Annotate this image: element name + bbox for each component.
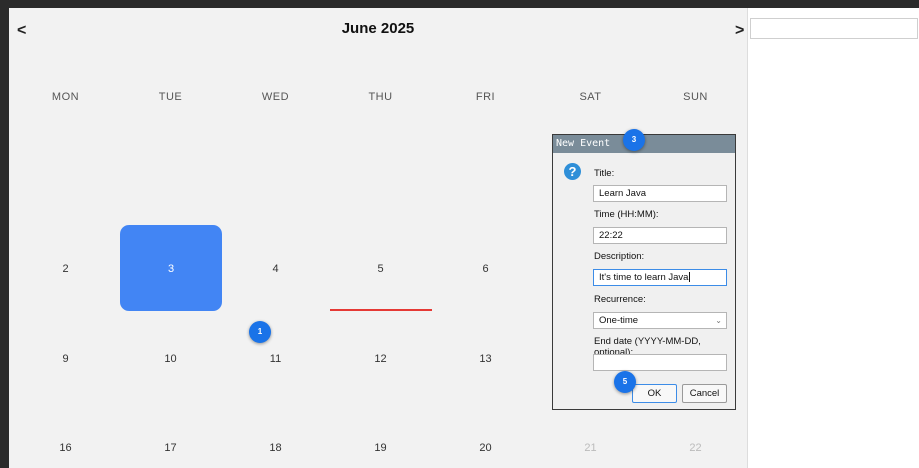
title-label: Title:: [594, 168, 615, 179]
time-input[interactable]: 22:22: [593, 227, 727, 244]
description-value: It's time to learn Java: [599, 272, 689, 283]
day-cell[interactable]: 4: [223, 263, 328, 275]
window-left-border: [0, 0, 9, 468]
end-date-input[interactable]: [593, 354, 727, 371]
side-panel-input[interactable]: [750, 18, 918, 39]
selected-day-cell[interactable]: 3: [120, 225, 222, 311]
day-cell[interactable]: 20: [433, 442, 538, 454]
day-cell[interactable]: 6: [433, 263, 538, 275]
day-cell[interactable]: 19: [328, 442, 433, 454]
next-month-button[interactable]: >: [735, 22, 744, 40]
description-label: Description:: [594, 251, 645, 262]
day-cell[interactable]: 16: [13, 442, 118, 454]
text-caret: [689, 272, 691, 283]
weekday-sat: SAT: [579, 91, 602, 103]
month-title: June 2025: [341, 20, 415, 37]
recurrence-select[interactable]: One-time ⌄: [593, 312, 727, 329]
weekday-mon: MON: [51, 91, 80, 103]
recurrence-label: Recurrence:: [594, 294, 646, 305]
window-top-border: [0, 0, 919, 8]
day-cell[interactable]: 2: [13, 263, 118, 275]
question-icon: ?: [564, 163, 581, 180]
cancel-button[interactable]: Cancel: [682, 384, 727, 403]
weekday-sun: SUN: [683, 91, 708, 103]
weekday-wed: WED: [261, 91, 290, 103]
app-window: < June 2025 > MON TUE WED THU FRI SAT SU…: [0, 0, 919, 468]
day-cell[interactable]: 22: [643, 442, 748, 454]
description-input[interactable]: It's time to learn Java: [593, 269, 727, 286]
title-input[interactable]: Learn Java: [593, 185, 727, 202]
ok-button[interactable]: OK: [632, 384, 677, 403]
day-cell[interactable]: 21: [538, 442, 643, 454]
day-cell[interactable]: 13: [433, 353, 538, 365]
selected-day-number: 3: [167, 263, 175, 275]
step-badge-3: 3: [623, 129, 645, 151]
day-cell[interactable]: 5: [328, 263, 433, 275]
day-cell[interactable]: 17: [118, 442, 223, 454]
day-cell[interactable]: 11: [223, 353, 328, 365]
today-indicator: [330, 309, 432, 311]
weekday-fri: FRI: [475, 91, 496, 103]
day-cell[interactable]: 10: [118, 353, 223, 365]
weekday-tue: TUE: [158, 91, 183, 103]
step-badge-5: 5: [614, 371, 636, 393]
day-cell[interactable]: 9: [13, 353, 118, 365]
day-cell[interactable]: 18: [223, 442, 328, 454]
day-cell[interactable]: 12: [328, 353, 433, 365]
side-panel: [747, 8, 919, 468]
recurrence-value: One-time: [599, 315, 639, 326]
step-badge-1: 1: [249, 321, 271, 343]
new-event-dialog: New Event ? Title: Learn Java Time (HH:M…: [552, 134, 736, 410]
chevron-down-icon: ⌄: [715, 316, 722, 325]
weekday-thu: THU: [368, 91, 393, 103]
time-label: Time (HH:MM):: [594, 209, 659, 220]
